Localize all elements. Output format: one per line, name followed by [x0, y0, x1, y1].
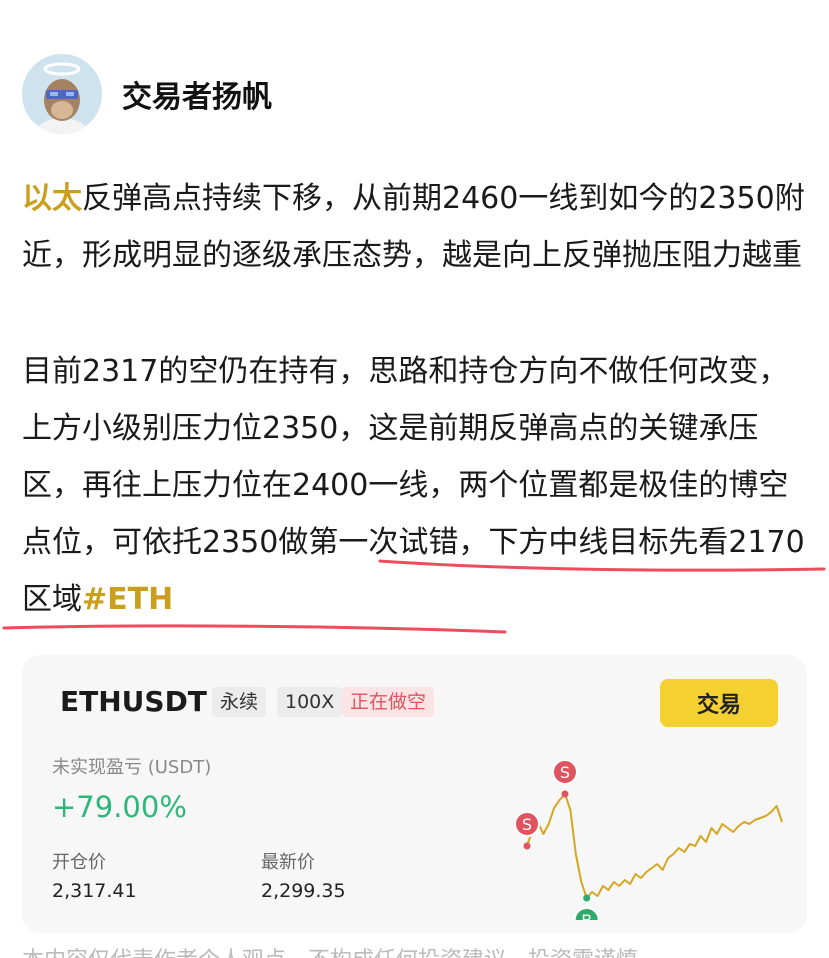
marker-label: S [522, 815, 532, 834]
marker-label: B [581, 911, 592, 920]
last-price-value: 2,299.35 [261, 880, 346, 902]
marker-label: S [560, 763, 570, 782]
symbol-label: ETHUSDT [60, 685, 207, 718]
buy-marker: B [573, 894, 600, 920]
leverage-badge: 100X [277, 687, 343, 717]
avatar[interactable] [22, 54, 102, 134]
post-body: 以太反弹高点持续下移，从前期2460一线到如今的2350附近，形成明显的逐级承压… [22, 170, 812, 628]
post-paragraph-2: 目前2317的空仍在持有，思路和持仓方向不做任何改变，上方小级别压力位2350，… [22, 343, 812, 628]
post-paragraph-1: 以太反弹高点持续下移，从前期2460一线到如今的2350附近，形成明显的逐级承压… [22, 170, 812, 284]
coin-link[interactable]: 以太 [22, 181, 82, 216]
sell-marker: S [514, 811, 540, 850]
post-header: 交易者扬帆 [22, 54, 272, 134]
contract-type-badge: 永续 [212, 687, 267, 717]
position-side-badge: 正在做空 [342, 687, 435, 717]
trade-button[interactable]: 交易 [660, 679, 778, 727]
open-price-label: 开仓价 [52, 852, 106, 873]
hashtag-link[interactable]: #ETH [82, 582, 173, 617]
open-price-value: 2,317.41 [52, 880, 137, 902]
author-name[interactable]: 交易者扬帆 [122, 72, 272, 116]
position-card[interactable]: ETHUSDT 永续 100X 正在做空 交易 未实现盈亏 (USDT) +79… [22, 655, 807, 933]
post-paragraph-2-text: 目前2317的空仍在持有，思路和持仓方向不做任何改变，上方小级别压力位2350，… [22, 354, 805, 617]
price-chart: S S B [514, 760, 783, 920]
post-paragraph-1-text: 反弹高点持续下移，从前期2460一线到如今的2350附近，形成明显的逐级承压态势… [22, 181, 805, 273]
footer-cut-text: 本内容仅代表作者个人观点，不构成任何投资建议，投资需谨慎。 [22, 946, 812, 958]
last-price-label: 最新价 [261, 852, 315, 873]
sell-marker: S [551, 760, 578, 798]
price-line [526, 793, 783, 899]
pnl-value: +79.00% [52, 790, 187, 824]
pnl-label: 未实现盈亏 (USDT) [52, 757, 212, 778]
